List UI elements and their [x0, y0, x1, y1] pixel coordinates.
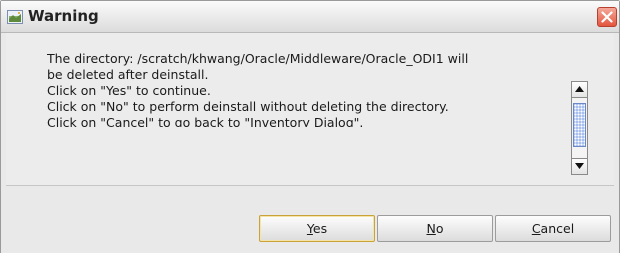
cancel-mnemonic: C: [531, 221, 541, 236]
message-line: The directory: /scratch/khwang/Oracle/Mi…: [47, 51, 469, 66]
cancel-label: ancel: [540, 221, 575, 236]
message-line: Click on "Yes" to continue.: [47, 83, 211, 98]
no-label: o: [435, 221, 444, 236]
scroll-up-button[interactable]: [572, 82, 587, 98]
message-line: Click on "No" to perform deinstall witho…: [47, 99, 449, 114]
message-line: Click on "Cancel" to go back to "Invento…: [47, 115, 364, 127]
arrow-up-icon: [575, 86, 584, 92]
button-bar: Yes No Cancel: [1, 201, 619, 253]
close-icon: [601, 11, 613, 23]
yes-label: es: [312, 221, 328, 236]
yes-button[interactable]: Yes: [259, 215, 375, 242]
warning-window-icon: [7, 9, 23, 24]
title-bar[interactable]: Warning: [1, 1, 619, 33]
no-mnemonic: N: [426, 221, 436, 236]
message-line: be deleted after deinstall.: [47, 67, 209, 82]
scroll-thumb[interactable]: [573, 103, 586, 147]
dialog-title: Warning: [28, 7, 99, 25]
arrow-down-icon: [575, 163, 584, 169]
warning-dialog: Warning The directory: /scratch/khwang/O…: [0, 0, 620, 253]
cancel-button[interactable]: Cancel: [495, 215, 611, 242]
scroll-down-button[interactable]: [572, 158, 587, 174]
message-text: The directory: /scratch/khwang/Oracle/Mi…: [47, 51, 562, 127]
no-button[interactable]: No: [377, 215, 493, 242]
close-button[interactable]: [597, 7, 617, 27]
vertical-scrollbar[interactable]: [571, 81, 588, 175]
